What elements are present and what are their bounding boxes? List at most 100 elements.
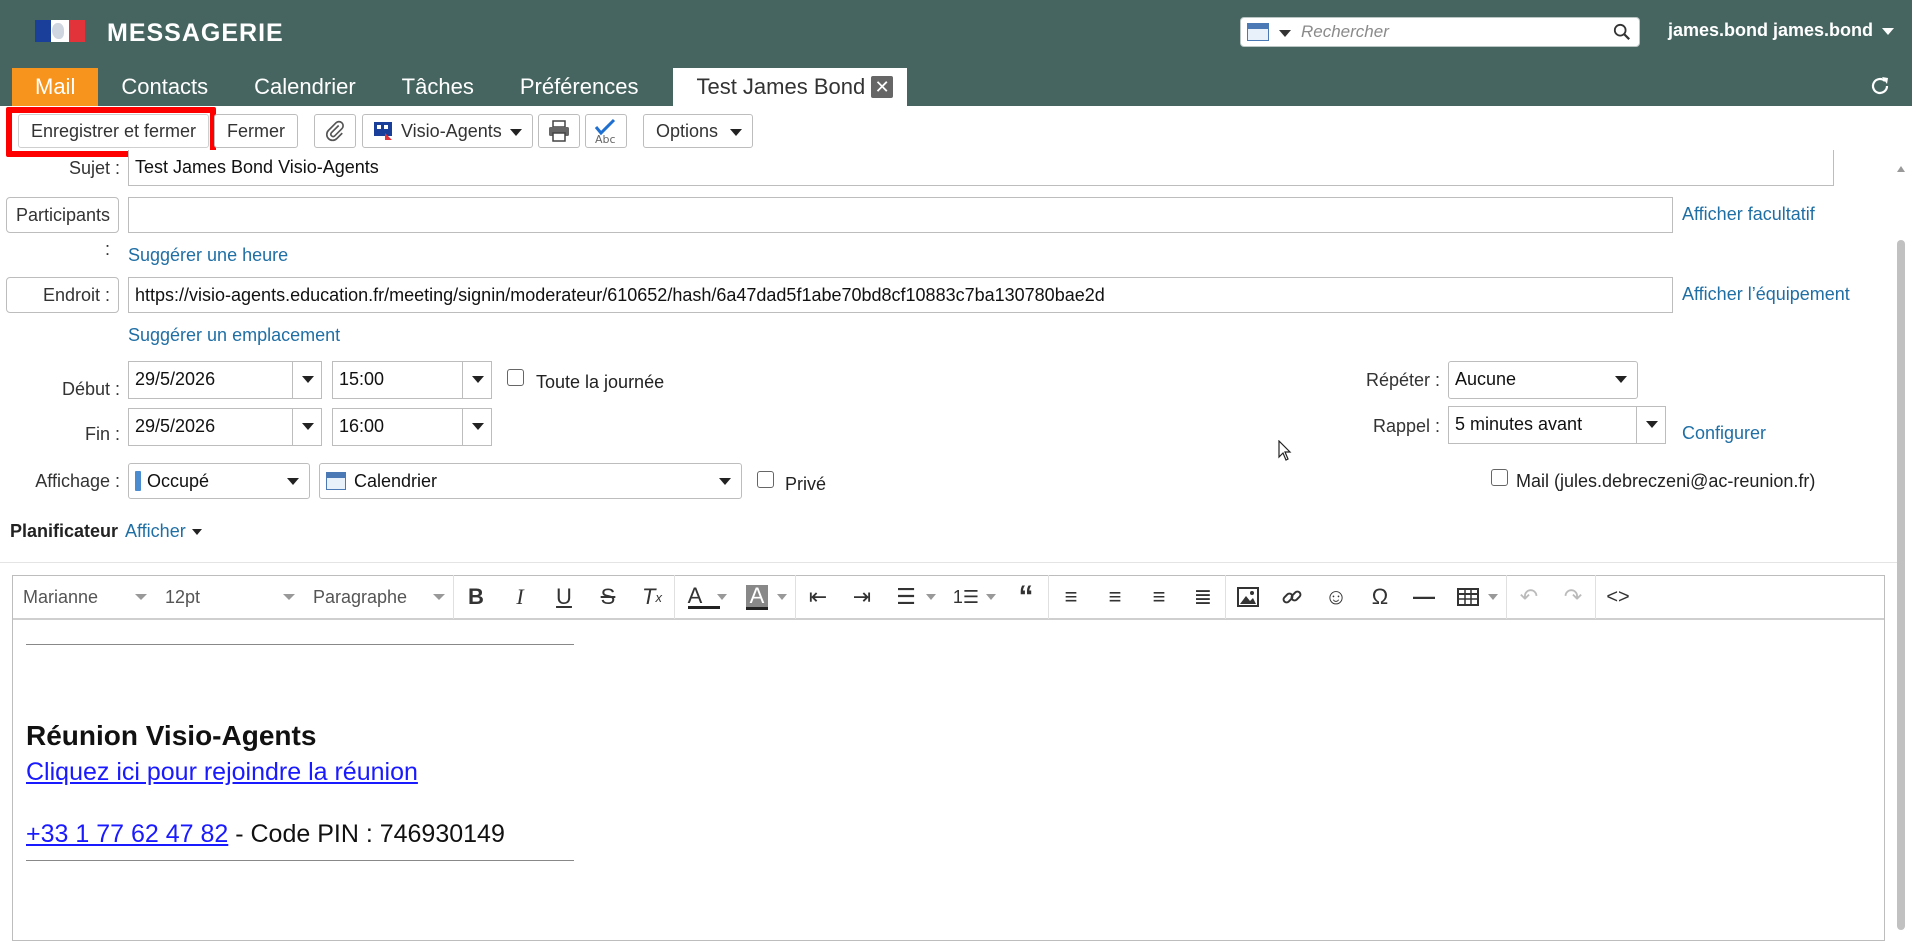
underline-icon[interactable]: U: [542, 575, 586, 619]
editor-toolbar: Marianne 12pt Paragraphe B I U S Tx A A …: [13, 575, 1884, 620]
strikethrough-icon[interactable]: S: [586, 575, 630, 619]
image-icon[interactable]: [1226, 575, 1270, 619]
close-icon[interactable]: ✕: [871, 76, 894, 98]
font-family-select[interactable]: Marianne: [13, 575, 155, 619]
tab-event-label: Test James Bond: [696, 74, 866, 99]
pin-text: - Code PIN : 746930149: [228, 820, 505, 848]
blockquote-icon[interactable]: “: [1004, 575, 1048, 619]
table-icon[interactable]: [1446, 575, 1506, 619]
options-button[interactable]: Options: [643, 114, 754, 148]
chevron-down-icon: [287, 478, 299, 485]
scrollbar[interactable]: [1894, 160, 1908, 948]
private-label: Privé: [785, 474, 827, 494]
start-date-value: 29/5/2026: [135, 369, 216, 389]
scroll-up-icon[interactable]: [1897, 166, 1905, 172]
chevron-down-icon: [719, 478, 731, 485]
busy-value: Occupé: [147, 471, 210, 491]
mail-notify-label: Mail (jules.debreczeni@ac-reunion.fr): [1516, 471, 1816, 491]
planner-show-link[interactable]: Afficher: [125, 521, 186, 542]
start-time-input[interactable]: 15:00: [332, 361, 492, 399]
numbered-list-icon[interactable]: 1☰: [944, 575, 1004, 619]
busy-select[interactable]: Occupé: [128, 463, 310, 499]
tab-mail[interactable]: Mail: [12, 68, 99, 106]
start-date-input[interactable]: 29/5/2026: [128, 361, 322, 399]
search-input[interactable]: [1301, 21, 1601, 43]
attach-button[interactable]: [314, 114, 356, 148]
tab-calendar[interactable]: Calendrier: [231, 68, 379, 106]
all-day-checkbox[interactable]: [507, 369, 524, 386]
print-button[interactable]: [538, 114, 580, 148]
font-size-select[interactable]: 12pt: [155, 575, 303, 619]
participants-button[interactable]: Participants :: [6, 197, 119, 259]
show-optional-link[interactable]: Afficher facultatif: [1682, 204, 1815, 225]
calendar-scope-icon[interactable]: [1247, 23, 1269, 41]
align-center-icon[interactable]: ≡: [1093, 575, 1137, 619]
date-picker-button[interactable]: [292, 409, 321, 445]
undo-icon[interactable]: ↶: [1507, 575, 1551, 619]
horizontal-rule-icon[interactable]: —: [1402, 575, 1446, 619]
reminder-picker-button[interactable]: [1636, 407, 1665, 443]
text-color-icon[interactable]: A: [675, 575, 735, 619]
italic-icon[interactable]: I: [498, 575, 542, 619]
chevron-down-icon[interactable]: [1279, 30, 1291, 37]
outdent-icon[interactable]: ⇤: [796, 575, 840, 619]
special-char-icon[interactable]: Ω: [1358, 575, 1402, 619]
bold-icon[interactable]: B: [454, 575, 498, 619]
end-time-input[interactable]: 16:00: [332, 408, 492, 446]
private-checkbox[interactable]: [757, 471, 774, 488]
date-picker-button[interactable]: [292, 362, 321, 398]
phone-link[interactable]: +33 1 77 62 47 82: [26, 820, 228, 848]
link-icon[interactable]: [1270, 575, 1314, 619]
tab-preferences[interactable]: Préférences: [497, 68, 662, 106]
end-date-input[interactable]: 29/5/2026: [128, 408, 322, 446]
participants-input[interactable]: [128, 197, 1673, 233]
block-format-value: Paragraphe: [313, 587, 408, 607]
chevron-down-icon[interactable]: [1882, 28, 1894, 35]
scrollbar-thumb[interactable]: [1897, 240, 1905, 930]
repeat-select[interactable]: Aucune: [1448, 361, 1638, 399]
suggest-time-link[interactable]: Suggérer une heure: [128, 245, 288, 266]
justify-icon[interactable]: ≣: [1181, 575, 1225, 619]
tab-event-editor[interactable]: Test James Bond ✕: [673, 68, 908, 106]
background-color-icon[interactable]: A: [735, 575, 795, 619]
align-left-icon[interactable]: ≡: [1049, 575, 1093, 619]
mail-notify-checkbox[interactable]: [1491, 469, 1508, 486]
redo-icon[interactable]: ↷: [1551, 575, 1595, 619]
close-button[interactable]: Fermer: [214, 114, 298, 148]
end-date-value: 29/5/2026: [135, 416, 216, 436]
align-right-icon[interactable]: ≡: [1137, 575, 1181, 619]
location-button[interactable]: Endroit :: [6, 277, 119, 313]
time-picker-button[interactable]: [462, 409, 491, 445]
reminder-input[interactable]: 5 minutes avant: [1448, 406, 1666, 444]
visio-agents-button[interactable]: Visio-Agents: [362, 114, 533, 148]
chevron-down-icon[interactable]: [192, 529, 202, 535]
suggest-location-link[interactable]: Suggérer un emplacement: [128, 325, 340, 346]
chevron-down-icon: [1615, 376, 1627, 383]
time-picker-button[interactable]: [462, 362, 491, 398]
meeting-title: Réunion Visio-Agents: [26, 720, 317, 751]
emoji-icon[interactable]: ☺: [1314, 575, 1358, 619]
repeat-label: Répéter :: [1365, 370, 1440, 390]
clear-format-icon[interactable]: Tx: [630, 575, 674, 619]
search-icon[interactable]: [1613, 23, 1631, 41]
repeat-value: Aucune: [1455, 369, 1517, 389]
spellcheck-button[interactable]: Abc: [585, 114, 627, 148]
location-input[interactable]: https://visio-agents.education.fr/meetin…: [128, 277, 1673, 313]
join-meeting-link[interactable]: Cliquez ici pour rejoindre la réunion: [26, 758, 418, 787]
editor-content[interactable]: Réunion Visio-Agents Cliquez ici pour re…: [13, 622, 1884, 940]
block-format-select[interactable]: Paragraphe: [303, 575, 453, 619]
tab-contacts[interactable]: Contacts: [98, 68, 231, 106]
calendar-select[interactable]: Calendrier: [319, 463, 742, 499]
source-code-icon[interactable]: <>: [1596, 575, 1640, 619]
start-time-value: 15:00: [339, 369, 385, 389]
indent-icon[interactable]: ⇥: [840, 575, 884, 619]
main-tabs: Mail Contacts Calendrier Tâches Préféren…: [12, 68, 908, 106]
show-equipment-link[interactable]: Afficher l’équipement: [1682, 284, 1850, 305]
user-menu[interactable]: james.bond james.bond: [1668, 20, 1873, 41]
bullet-list-icon[interactable]: ☰: [884, 575, 944, 619]
top-header: MESSAGERIE james.bond james.bond Mail Co…: [0, 0, 1912, 106]
configure-link[interactable]: Configurer: [1682, 423, 1766, 444]
subject-input[interactable]: Test James Bond Visio-Agents: [128, 150, 1834, 186]
tab-tasks[interactable]: Tâches: [379, 68, 497, 106]
refresh-icon[interactable]: [1868, 74, 1892, 98]
